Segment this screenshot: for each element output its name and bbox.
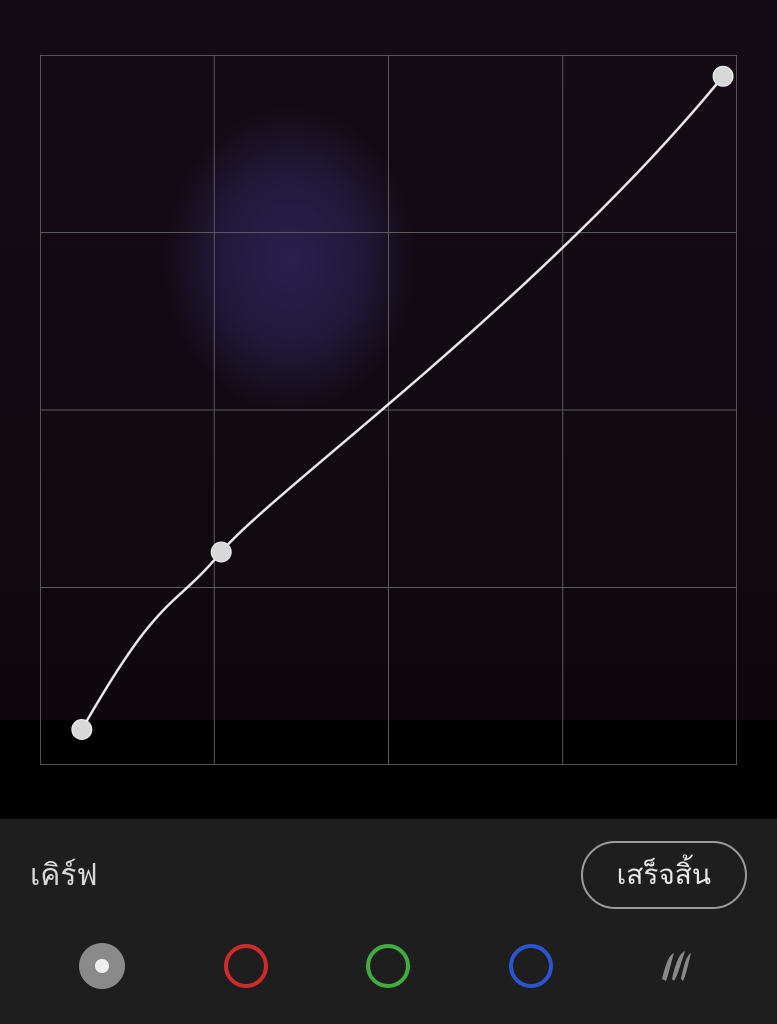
channel-selector-row [0, 909, 777, 1009]
channel-red-button[interactable] [224, 944, 268, 988]
curve-grid-lines [40, 55, 737, 765]
curve-point-handle[interactable] [713, 66, 733, 86]
curve-point-handle[interactable] [211, 542, 231, 562]
channel-luma-button[interactable] [79, 943, 125, 989]
tone-curve-line[interactable] [82, 76, 723, 729]
curves-panel: เคิร์ฟ เสร็จสิ้น [0, 819, 777, 1024]
tone-curve-points[interactable] [72, 66, 733, 739]
channel-blue-button[interactable] [509, 944, 553, 988]
curve-point-handle[interactable] [72, 720, 92, 740]
panel-title: เคิร์ฟ [30, 852, 98, 899]
tone-curve-editor[interactable] [40, 55, 737, 765]
parametric-curve-button[interactable] [652, 943, 698, 989]
channel-green-button[interactable] [366, 944, 410, 988]
luma-dot-icon [95, 959, 109, 973]
wave-icon [654, 945, 696, 987]
done-button[interactable]: เสร็จสิ้น [581, 841, 747, 909]
image-preview-area [0, 0, 777, 820]
panel-header-row: เคิร์ฟ เสร็จสิ้น [0, 819, 777, 909]
